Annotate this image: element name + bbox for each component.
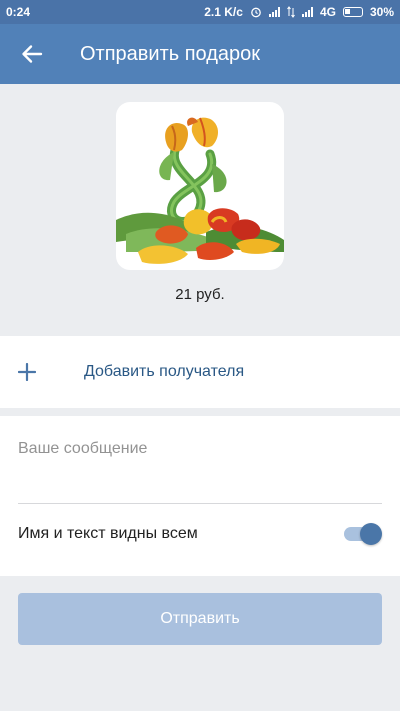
status-bar: 0:24 2.1 K/c 4G 30% [0,0,400,24]
signal-icon-2 [301,7,313,17]
visibility-row[interactable]: Имя и текст видны всем [18,512,382,556]
gift-image [116,102,284,270]
alarm-icon [251,7,261,18]
status-time: 0:24 [6,5,31,19]
network-speed: 2.1 K/c [204,5,243,19]
data-transfer-icon [287,6,295,18]
add-recipient-button[interactable]: Добавить получателя [0,336,400,408]
visibility-label: Имя и текст видны всем [18,525,198,542]
message-input[interactable]: Ваше сообщение [18,440,382,504]
plus-icon [18,363,72,381]
send-button[interactable]: Отправить [18,593,382,645]
visibility-toggle[interactable] [342,521,382,547]
gift-price: 21 руб. [175,286,225,303]
network-type: 4G [319,5,336,19]
battery-level: 30% [369,5,394,19]
battery-icon [342,7,363,17]
toggle-thumb [360,523,382,545]
status-indicators: 2.1 K/c 4G 30% [204,5,394,19]
gift-section: 21 руб. [0,84,400,336]
signal-icon [268,7,280,17]
app-bar: Отправить подарок [0,24,400,84]
back-arrow-icon[interactable] [0,24,64,84]
page-title: Отправить подарок [80,42,261,65]
message-form: Ваше сообщение Имя и текст видны всем [0,416,400,576]
add-recipient-label: Добавить получателя [84,363,245,380]
